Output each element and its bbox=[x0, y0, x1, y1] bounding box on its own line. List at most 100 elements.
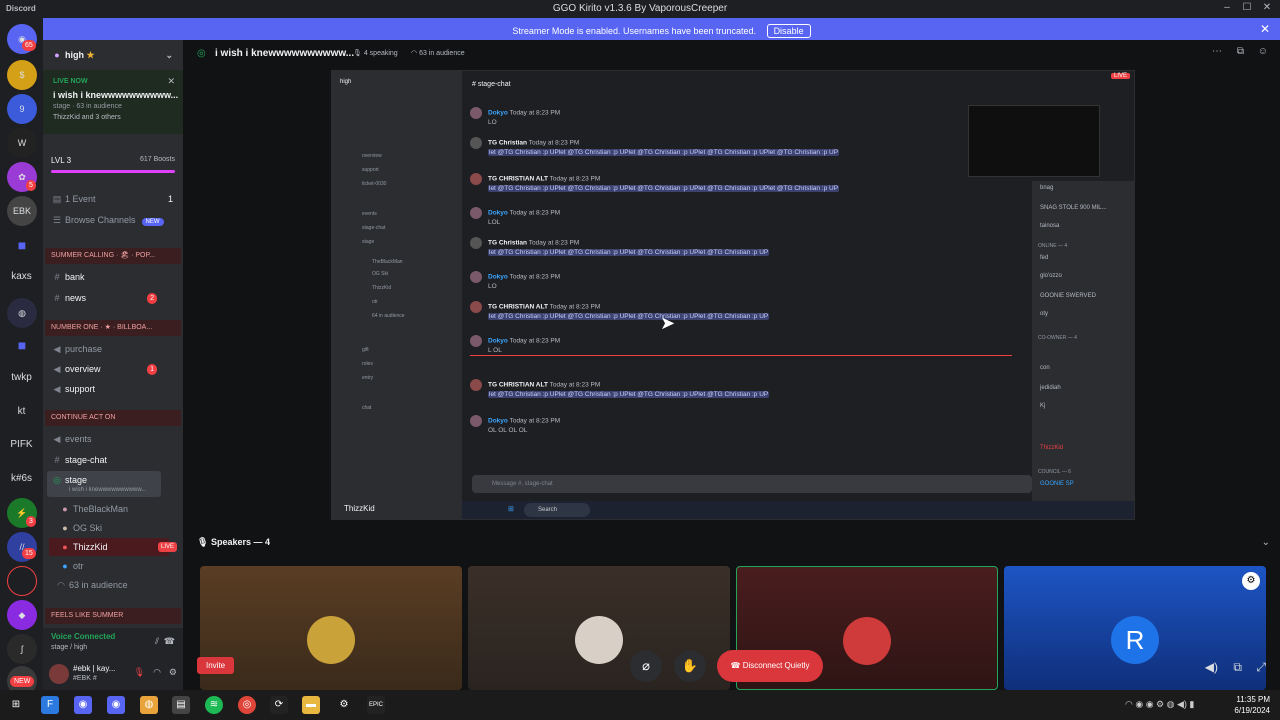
disconnect-quietly-button[interactable]: ☎ Disconnect Quietly bbox=[717, 650, 823, 682]
server-icon[interactable]: ◆ bbox=[7, 600, 37, 630]
server-text-icon[interactable]: kt bbox=[0, 406, 43, 417]
mini-channel: overview bbox=[362, 153, 382, 159]
server-text-icon[interactable]: k#6s bbox=[0, 473, 43, 484]
close-banner-icon[interactable]: ✕ bbox=[1260, 22, 1270, 36]
stage-user[interactable]: ● TheBlackMan bbox=[57, 500, 177, 518]
server-icon[interactable]: W bbox=[7, 128, 37, 158]
mini-channel: gift bbox=[362, 347, 369, 353]
disable-streamer-button[interactable]: Disable bbox=[766, 24, 811, 38]
server-list: ◉ 65 $ 9 W ✿ 5 EBK ■ kaxs ◍ ■ twkp kt PI… bbox=[0, 18, 43, 696]
app-icon[interactable]: ◍ bbox=[140, 696, 158, 714]
more-icon[interactable]: ⋯ bbox=[1212, 46, 1222, 57]
channel-label: support bbox=[65, 384, 96, 394]
category-header[interactable]: SUMMER CALLING · 🏖 · POP... bbox=[45, 248, 181, 264]
screen-share[interactable]: high overview support ticket-0030 events… bbox=[331, 70, 1135, 520]
close-window-icon[interactable]: ✕ bbox=[1258, 2, 1276, 13]
chevron-down-icon[interactable]: ⌄ bbox=[1262, 537, 1270, 548]
live-now-card[interactable]: LIVE NOW ✕ i wish i knewwwwwwwwww... sta… bbox=[43, 70, 183, 134]
chevron-down-icon: ⌄ bbox=[165, 50, 173, 60]
speaker-tile[interactable] bbox=[200, 566, 462, 690]
server-header[interactable]: ● high ★ ⌄ bbox=[49, 46, 177, 64]
volume-icon[interactable]: ◀) bbox=[1205, 660, 1218, 674]
message-text: LO bbox=[488, 283, 497, 290]
server-text-icon[interactable]: kaxs bbox=[0, 271, 43, 282]
message-input[interactable]: Message #, stage-chat bbox=[472, 475, 1032, 493]
channel-stage-chat[interactable]: # stage-chat bbox=[49, 451, 177, 469]
channel-overview[interactable]: ◀ overview 1 bbox=[49, 360, 177, 378]
popout-icon[interactable]: ⧉ bbox=[1237, 46, 1244, 57]
invite-button[interactable]: Invite bbox=[197, 657, 235, 674]
folder-icon[interactable]: ■ bbox=[7, 230, 37, 260]
member: glo'ozzo bbox=[1040, 273, 1062, 279]
server-icon[interactable]: 9 bbox=[7, 94, 37, 124]
app-icon[interactable]: F bbox=[41, 696, 59, 714]
mic-off-icon[interactable]: ⌀ bbox=[630, 650, 662, 682]
chrome-icon[interactable]: ◎ bbox=[238, 696, 256, 714]
disconnect-icon[interactable]: ☎ bbox=[164, 636, 175, 647]
category-header[interactable]: FEELS LIKE SUMMER bbox=[45, 608, 181, 624]
channel-purchase[interactable]: ◀ purchase bbox=[49, 340, 177, 358]
noise-icon[interactable]: ⫽ bbox=[155, 636, 159, 647]
avatar[interactable] bbox=[49, 664, 69, 684]
windows-taskbar: ⊞ F ◉ ◉ ◍ ▤ ≋ ◎ ⟳ ▬ ⚙ EPIC ◠ ◉ ◉ ⚙ ◍ ◀) … bbox=[0, 690, 1280, 720]
server-icon[interactable]: $ bbox=[7, 60, 37, 90]
server-badge: 3 bbox=[26, 516, 36, 527]
browse-channels-row[interactable]: ☰ Browse Channels NEW bbox=[49, 211, 177, 229]
clock[interactable]: 11:35 PM 6/19/2024 bbox=[1234, 694, 1270, 716]
stage-user[interactable]: ● OG Ski bbox=[57, 519, 177, 537]
folder-icon[interactable]: ▬ bbox=[302, 696, 320, 714]
start-icon[interactable]: ⊞ bbox=[7, 696, 25, 714]
author: TG Christian bbox=[488, 239, 528, 247]
author: TG Christian bbox=[488, 139, 528, 147]
hash-icon: # bbox=[54, 293, 60, 303]
live-tag: LIVE bbox=[157, 542, 177, 552]
maximize-icon[interactable]: ☐ bbox=[1238, 2, 1256, 13]
audience-row[interactable]: ◠ 63 in audience bbox=[53, 576, 177, 594]
discord-taskbar-icon[interactable]: ◉ bbox=[74, 696, 92, 714]
folder-icon[interactable]: ■ bbox=[7, 330, 37, 360]
category-header[interactable]: CONTINUE ACT ON bbox=[45, 410, 181, 426]
server-icon[interactable]: ◍ bbox=[7, 298, 37, 328]
gear-icon[interactable]: ⚙ bbox=[335, 696, 353, 714]
channel-events[interactable]: ◀ events bbox=[49, 430, 177, 448]
live-subtitle: stage · 63 in audience bbox=[53, 103, 122, 110]
voice-channel[interactable]: stage / high bbox=[51, 644, 87, 651]
stage-icon: ◎ bbox=[197, 48, 206, 59]
hash-icon: # bbox=[54, 272, 60, 282]
category-header[interactable]: NUMBER ONE · ★ · BILLBOA... bbox=[45, 320, 181, 336]
app-icon[interactable]: ⟳ bbox=[270, 696, 288, 714]
discord-taskbar-icon[interactable]: ◉ bbox=[107, 696, 125, 714]
close-live-icon[interactable]: ✕ bbox=[167, 76, 175, 87]
tray-icons[interactable]: ◠ ◉ ◉ ⚙ ◍ ◀) ▮ bbox=[1125, 699, 1194, 710]
mini-channel: TheBlackMan bbox=[372, 259, 403, 265]
popout-icon[interactable]: ⧉ bbox=[1233, 660, 1242, 675]
app-icon[interactable]: ▤ bbox=[172, 696, 190, 714]
stage-user[interactable]: ● otr bbox=[57, 557, 177, 575]
headphones-icon[interactable]: ◠ bbox=[153, 667, 161, 678]
events-row[interactable]: ▤ 1 Event 1 bbox=[49, 190, 177, 208]
channel-news[interactable]: # news 2 bbox=[49, 289, 177, 307]
mute-icon[interactable]: 🎙 bbox=[134, 667, 145, 678]
raise-hand-icon[interactable]: ✋ bbox=[674, 650, 706, 682]
boost-count[interactable]: 617 Boosts bbox=[140, 156, 175, 163]
settings-icon[interactable]: ⚙ bbox=[1242, 572, 1260, 590]
channel-support[interactable]: ◀ support bbox=[49, 380, 177, 398]
server-icon[interactable] bbox=[7, 566, 37, 596]
channel-sidebar: ● high ★ ⌄ LIVE NOW ✕ i wish i knewwwwwww… bbox=[43, 40, 183, 690]
people-icon[interactable]: ☺ bbox=[1258, 46, 1268, 57]
spotify-icon[interactable]: ≋ bbox=[205, 696, 223, 714]
stage-icon: ◎ bbox=[53, 475, 61, 485]
message-text: LOL bbox=[488, 219, 501, 226]
server-icon[interactable]: EBK bbox=[7, 196, 37, 226]
gear-icon[interactable]: ⚙ bbox=[169, 667, 177, 678]
server-text-icon[interactable]: twkp bbox=[0, 372, 43, 383]
live-title: i wish i knewwwwwwwwww... bbox=[53, 90, 179, 100]
epic-games-icon[interactable]: EPIC bbox=[367, 696, 385, 714]
minimize-icon[interactable]: – bbox=[1218, 2, 1236, 13]
server-text-icon[interactable]: PIFK bbox=[0, 439, 43, 450]
channel-bank[interactable]: # bank bbox=[49, 268, 177, 286]
fullscreen-icon[interactable]: ⤢ bbox=[1256, 660, 1266, 675]
speaker-tile[interactable]: R ⚙ bbox=[1004, 566, 1266, 690]
stage-user[interactable]: ● ThizzKid LIVE bbox=[57, 538, 177, 556]
server-icon[interactable]: ʃ bbox=[7, 634, 37, 664]
